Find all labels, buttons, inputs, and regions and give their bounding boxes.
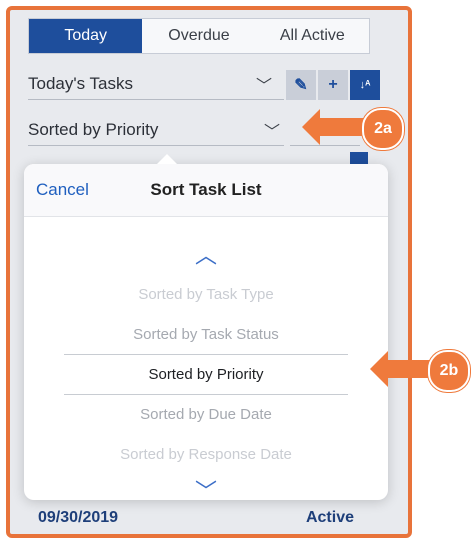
chevron-down-icon: ﹀: [264, 124, 281, 141]
picker-option-selected[interactable]: Sorted by Priority: [24, 366, 388, 383]
pencil-icon: ✎: [294, 77, 308, 94]
popover-title: Sort Task List: [150, 180, 262, 199]
tab-all-active[interactable]: All Active: [256, 19, 369, 53]
picker-option[interactable]: Sorted by Response Date: [24, 446, 388, 463]
sort-select[interactable]: Sorted by Priority ﹀: [28, 114, 284, 146]
tab-overdue[interactable]: Overdue: [142, 19, 255, 53]
selection-line-top: [64, 354, 348, 355]
app-frame: Today Overdue All Active Today's Tasks ﹀…: [6, 6, 412, 538]
callout-badge-2a: 2a: [362, 108, 404, 150]
selection-line-bottom: [64, 394, 348, 395]
tab-today[interactable]: Today: [29, 19, 143, 53]
chevron-down-icon[interactable]: ﹀: [195, 474, 217, 506]
sort-select-value: Sorted by Priority: [28, 120, 159, 139]
task-status: Active: [305, 509, 354, 526]
callout-arrow-icon: [370, 351, 434, 387]
callout-badge-2b: 2b: [428, 350, 470, 392]
task-list-select-value: Today's Tasks: [28, 74, 133, 93]
plus-icon: +: [328, 76, 338, 93]
picker-option[interactable]: Sorted by Task Type: [24, 286, 388, 303]
picker-option[interactable]: Sorted by Due Date: [24, 406, 388, 423]
popover-header: Cancel Sort Task List: [24, 164, 388, 217]
add-button[interactable]: +: [318, 70, 348, 100]
divider: [290, 145, 360, 146]
chevron-up-icon[interactable]: ︿: [195, 238, 217, 270]
task-list-select[interactable]: Today's Tasks ﹀: [28, 68, 284, 100]
divider: [28, 145, 284, 146]
sort-popover: Cancel Sort Task List ︿ Sorted by Task T…: [24, 154, 388, 504]
picker-option[interactable]: Sorted by Task Status: [24, 326, 388, 343]
divider: [28, 99, 284, 100]
callout-arrow-icon: [302, 109, 366, 145]
sort-az-icon: ↓ᴬ: [359, 79, 371, 91]
segmented-control: Today Overdue All Active: [28, 18, 370, 54]
task-date: 09/30/2019: [38, 509, 119, 526]
task-row[interactable]: 09/30/2019 Active: [28, 509, 368, 531]
sort-button[interactable]: ↓ᴬ: [350, 70, 380, 100]
edit-button[interactable]: ✎: [286, 70, 316, 100]
chevron-down-icon: ﹀: [256, 78, 273, 95]
